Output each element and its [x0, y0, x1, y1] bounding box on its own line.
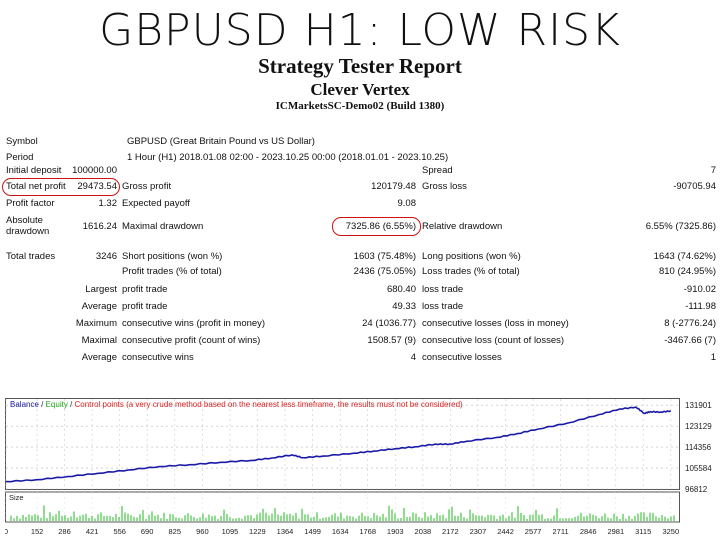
maximal-consec-profit-label: consecutive profit (count of wins)	[122, 335, 261, 346]
average-loss-label: loss trade	[422, 301, 464, 312]
x-tick-label: 2172	[442, 527, 459, 536]
spread-value: 7	[710, 165, 716, 176]
relative-drawdown-label: Relative drawdown	[422, 221, 503, 232]
x-tick-label: 2307	[470, 527, 487, 536]
x-tick-label: 3115	[635, 527, 651, 536]
chart-legend: Balance / Equity / Control points (a ver…	[10, 400, 463, 409]
maximal-consec-loss-value: -3467.66 (7)	[664, 335, 716, 346]
period-value: 1 Hour (H1) 2018.01.08 02:00 - 2023.10.2…	[127, 152, 449, 163]
x-tick-label: 960	[196, 527, 209, 536]
x-tick-label: 152	[31, 527, 44, 536]
x-tick-label: 1499	[304, 527, 321, 536]
expected-payoff-label: Expected payoff	[122, 198, 190, 209]
gross-loss-label: Gross loss	[422, 181, 467, 192]
max-consec-losses-value: 8 (-2776.24)	[664, 318, 716, 329]
maximal-consec-profit-value: 1508.57 (9)	[367, 335, 416, 346]
x-tick-label: 1364	[277, 527, 294, 536]
largest-label: Largest	[85, 284, 117, 295]
gross-profit-label: Gross profit	[122, 181, 172, 192]
average2-label: Average	[81, 352, 117, 363]
average-label: Average	[81, 301, 117, 312]
symbol-label: Symbol	[6, 136, 38, 147]
x-tick-label: 1634	[332, 527, 349, 536]
chart-frame	[5, 398, 680, 490]
server-build: ICMarketsSC-Demo02 (Build 1380)	[275, 100, 445, 112]
avg-consec-wins-value: 4	[410, 352, 416, 363]
x-tick-label: 556	[113, 527, 126, 536]
symbol-value: GBPUSD (Great Britain Pound vs US Dollar…	[127, 136, 315, 147]
x-tick-label: 1095	[222, 527, 239, 536]
x-tick-label: 1229	[249, 527, 266, 536]
y-tick-label: 131901	[685, 401, 712, 410]
average-profit-value: 49.33	[392, 301, 416, 312]
maximum-label: Maximum	[75, 318, 117, 329]
avg-consec-losses-label: consecutive losses	[422, 352, 502, 363]
largest-profit-label: profit trade	[122, 284, 168, 295]
expected-payoff-value: 9.08	[397, 198, 417, 209]
x-tick-label: 2711	[552, 527, 568, 536]
legend-balance: Balance	[10, 400, 39, 409]
net-profit-highlight	[2, 178, 120, 196]
size-label: Size	[9, 493, 24, 502]
drawdown-highlight	[332, 217, 421, 236]
legend-control-points: Control points (a very crude method base…	[74, 400, 463, 409]
maximal-label: Maximal	[81, 335, 117, 346]
profit-trades-label: Profit trades (% of total)	[122, 266, 222, 277]
average-profit-label: profit trade	[122, 301, 168, 312]
max-consec-losses-label: consecutive losses (loss in money)	[422, 318, 569, 329]
relative-drawdown-value: 6.55% (7325.86)	[645, 221, 716, 232]
x-tick-label: 690	[141, 527, 154, 536]
y-tick-label: 105584	[685, 464, 712, 473]
largest-profit-value: 680.40	[386, 284, 416, 295]
x-tick-label: 2981	[607, 527, 624, 536]
expert-name: Clever Vertex	[310, 80, 410, 99]
legend-sep-1: /	[38, 400, 46, 409]
spread-label: Spread	[422, 165, 453, 176]
total-trades-value: 3246	[95, 251, 117, 262]
y-tick-label: 114356	[685, 443, 712, 452]
gross-profit-value: 120179.48	[371, 181, 416, 192]
average-loss-value: -111.98	[685, 301, 716, 312]
x-tick-label: 1903	[387, 527, 404, 536]
loss-trades-value: 810 (24.95%)	[658, 266, 716, 277]
maximal-consec-loss-label: consecutive loss (count of losses)	[422, 335, 565, 346]
x-tick-label: 825	[169, 527, 182, 536]
y-tick-label: 96812	[685, 485, 708, 494]
absolute-drawdown-value: 1616.24	[82, 221, 117, 232]
largest-loss-label: loss trade	[422, 284, 464, 295]
avg-consec-losses-value: 1	[710, 352, 716, 363]
profit-trades-value: 2436 (75.05%)	[353, 266, 416, 277]
legend-sep-2: /	[67, 400, 75, 409]
max-consec-wins-value: 24 (1036.77)	[362, 318, 416, 329]
balance-chart: 131901 123129 114356 105584 96812 0 152 286 421 5…	[5, 398, 712, 536]
profit-factor-value: 1.32	[98, 198, 118, 209]
long-positions-label: Long positions (won %)	[422, 251, 521, 262]
period-label: Period	[6, 152, 34, 163]
short-positions-value: 1603 (75.48%)	[353, 251, 416, 262]
avg-consec-wins-label: consecutive wins	[122, 352, 194, 363]
short-positions-label: Short positions (won %)	[122, 251, 223, 262]
x-tick-label: 2038	[415, 527, 432, 536]
banner-title: GBPUSD H1: LOW RISK	[99, 5, 621, 56]
x-tick-label: 0	[5, 527, 8, 536]
x-tick-label: 421	[86, 527, 99, 536]
report-title: Strategy Tester Report	[258, 54, 462, 78]
largest-loss-value: -910.02	[683, 284, 716, 295]
max-consec-wins-label: consecutive wins (profit in money)	[122, 318, 266, 329]
x-tick-label: 2577	[525, 527, 542, 536]
initial-deposit-value: 100000.00	[72, 165, 117, 176]
gross-loss-value: -90705.94	[673, 181, 716, 192]
legend-equity: Equity	[45, 400, 68, 409]
long-positions-value: 1643 (74.62%)	[653, 251, 716, 262]
loss-trades-label: Loss trades (% of total)	[422, 266, 520, 277]
x-tick-label: 2846	[580, 527, 597, 536]
x-tick-label: 2442	[497, 527, 514, 536]
y-tick-label: 123129	[685, 422, 712, 431]
x-tick-label: 1768	[359, 527, 376, 536]
x-tick-label: 286	[58, 527, 71, 536]
x-tick-label: 3250	[662, 527, 679, 536]
maximal-drawdown-label: Maximal drawdown	[122, 221, 204, 232]
